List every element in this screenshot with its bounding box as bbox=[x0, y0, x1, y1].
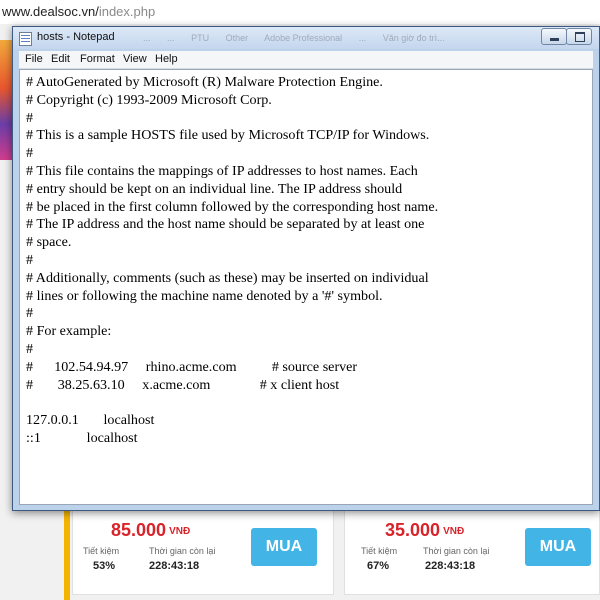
hosts-file-text: # AutoGenerated by Microsoft (R) Malware… bbox=[26, 74, 439, 446]
time-left-label: Thời gian còn lại bbox=[423, 546, 490, 556]
notepad-icon bbox=[19, 32, 32, 46]
buy-button[interactable]: MUA bbox=[251, 528, 317, 566]
url-path: index.php bbox=[98, 4, 156, 19]
menu-help[interactable]: Help bbox=[155, 53, 178, 65]
saving-value: 67% bbox=[367, 560, 390, 572]
product-price: 85.000 VNĐ bbox=[111, 520, 191, 540]
saving-label: Tiết kiệm bbox=[361, 546, 398, 556]
window-title: hosts - Notepad bbox=[37, 31, 115, 43]
buy-button[interactable]: MUA bbox=[525, 528, 591, 566]
price-currency: VNĐ bbox=[169, 526, 191, 537]
background-tab: Other bbox=[225, 33, 249, 43]
menu-file[interactable]: File bbox=[25, 53, 43, 65]
url-domain: www.dealsoc.vn/ bbox=[2, 4, 99, 19]
saving-label: Tiết kiệm bbox=[83, 546, 120, 556]
maximize-button[interactable] bbox=[566, 28, 592, 45]
menu-view[interactable]: View bbox=[123, 53, 147, 65]
background-tab: ... bbox=[167, 33, 175, 43]
background-tab: Adobe Professional bbox=[264, 33, 343, 43]
title-bar[interactable]: hosts - Notepad ... ... PTU Other Adobe … bbox=[13, 27, 599, 49]
saving-value: 53% bbox=[93, 560, 116, 572]
product-card: 35.000 VNĐ Tiết kiệm 67% Thời gian còn lạ… bbox=[344, 505, 600, 595]
price-currency: VNĐ bbox=[443, 526, 465, 537]
time-left-value: 228:43:18 bbox=[425, 560, 476, 572]
background-tab: ... bbox=[143, 33, 151, 43]
background-tab: ... bbox=[358, 33, 367, 43]
accent-stripe bbox=[64, 505, 70, 600]
product-card: 85.000 VNĐ Tiết kiệm 53% Thời gian còn lạ… bbox=[72, 505, 334, 595]
menu-format[interactable]: Format bbox=[80, 53, 115, 65]
background-tab: Văn giờ đo trì... bbox=[382, 33, 445, 43]
background-tabs: ... ... PTU Other Adobe Professional ...… bbox=[143, 27, 503, 49]
notepad-window[interactable]: hosts - Notepad ... ... PTU Other Adobe … bbox=[12, 26, 600, 511]
text-editor[interactable]: # AutoGenerated by Microsoft (R) Malware… bbox=[19, 69, 593, 505]
background-tab: PTU bbox=[191, 33, 210, 43]
time-left-label: Thời gian còn lại bbox=[149, 546, 216, 556]
product-price: 35.000 VNĐ bbox=[385, 520, 465, 540]
minimize-button[interactable] bbox=[541, 28, 567, 45]
address-bar[interactable]: www.dealsoc.vn/index.php bbox=[0, 0, 600, 24]
menu-bar: File Edit Format View Help bbox=[19, 51, 593, 69]
menu-edit[interactable]: Edit bbox=[51, 53, 70, 65]
time-left-value: 228:43:18 bbox=[149, 560, 200, 572]
